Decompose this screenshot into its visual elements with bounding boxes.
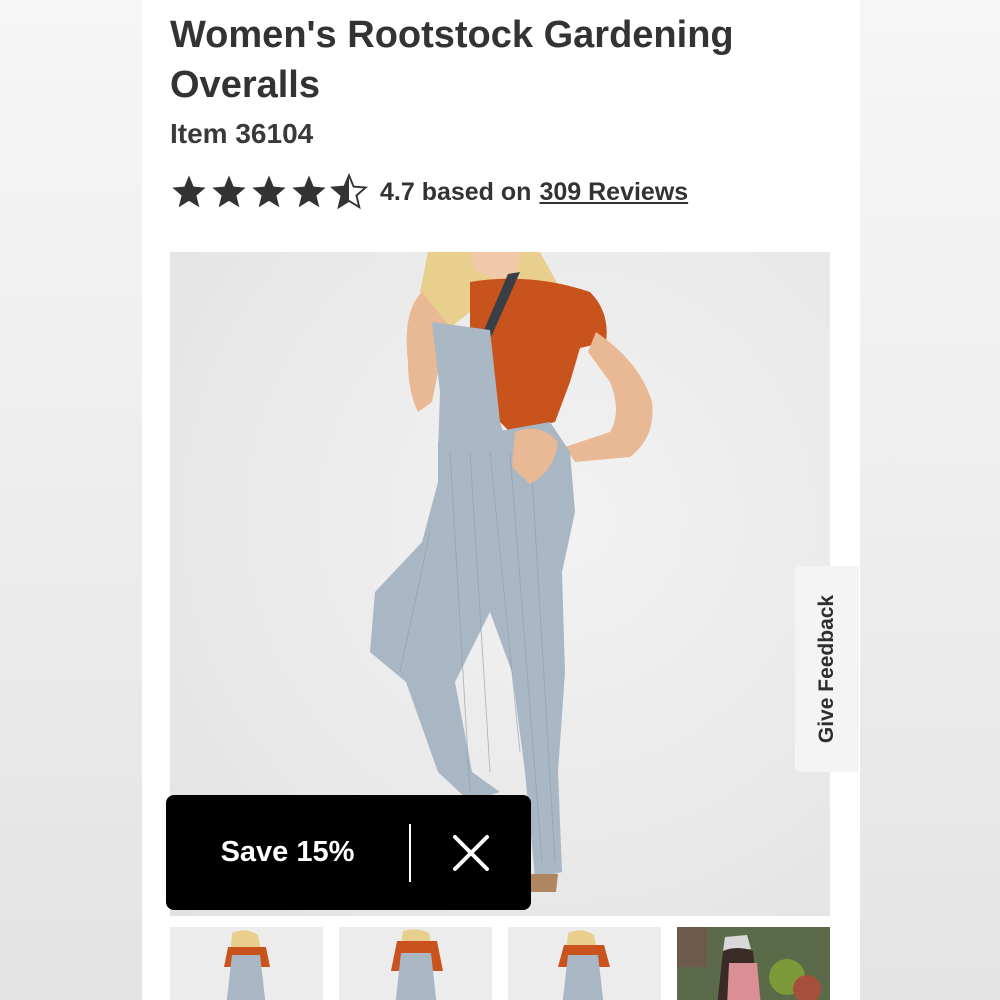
thumbnail-2[interactable]	[339, 927, 492, 1000]
save-15-button[interactable]: Save 15%	[166, 836, 409, 869]
star-full-icon	[252, 175, 286, 208]
background-left	[0, 0, 142, 1000]
background-right	[860, 0, 1000, 1000]
thumbnail-image	[170, 927, 323, 1000]
promo-close-button[interactable]	[411, 833, 531, 873]
item-number: Item 36104	[170, 118, 314, 149]
star-half-icon	[330, 173, 368, 210]
thumbnail-1[interactable]	[170, 927, 323, 1000]
thumbnail-image	[339, 927, 492, 1000]
thumbnail-image	[677, 927, 830, 1000]
star-rating	[170, 173, 368, 211]
star-full-icon	[292, 175, 326, 208]
thumbnail-image	[508, 927, 661, 1000]
star-full-icon	[212, 175, 246, 208]
rating-row: 4.7 based on 309 Reviews	[170, 172, 688, 212]
thumbnail-3[interactable]	[508, 927, 661, 1000]
thumbnail-4[interactable]	[677, 927, 830, 1000]
give-feedback-tab[interactable]: Give Feedback	[795, 566, 859, 772]
save-promo-banner: Save 15%	[166, 795, 531, 910]
rating-summary: 4.7 based on	[380, 177, 532, 206]
close-icon	[453, 834, 489, 871]
product-title: Women's Rootstock Gardening Overalls	[170, 14, 734, 106]
star-full-icon	[172, 175, 206, 208]
give-feedback-label: Give Feedback	[815, 594, 838, 744]
reviews-link[interactable]: 309 Reviews	[539, 178, 688, 207]
image-thumbnails	[170, 927, 830, 1000]
